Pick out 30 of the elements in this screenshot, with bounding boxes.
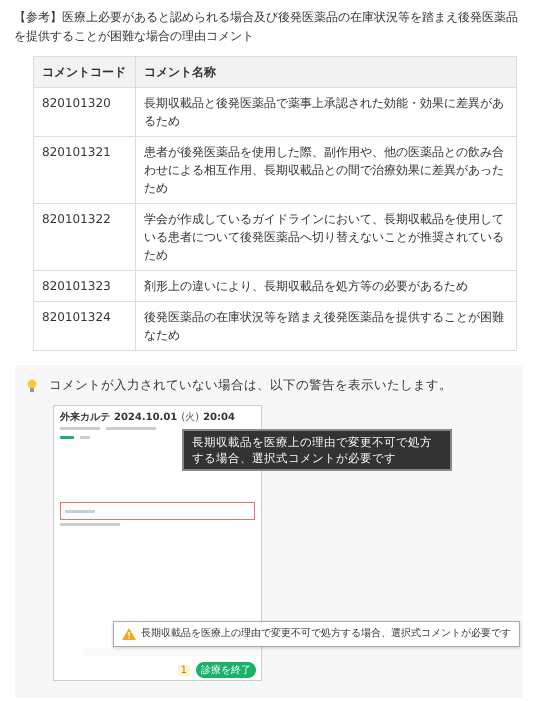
table-cell: 820101323 xyxy=(34,270,136,302)
lightbulb-icon xyxy=(27,378,37,392)
text-line xyxy=(60,523,120,526)
text-line xyxy=(65,510,95,512)
table-cell: 820101321 xyxy=(34,136,136,204)
warning-icon xyxy=(122,628,136,640)
text-line xyxy=(60,436,74,439)
table-cell: 長期収載品と後発医薬品で薬事上承認された効能・効果に差異があるため xyxy=(136,88,516,136)
visit-time: 20:04 xyxy=(203,412,235,423)
table-cell: 820101324 xyxy=(34,302,136,350)
text-line xyxy=(106,427,156,430)
warning-count: 1 xyxy=(178,664,190,676)
table-cell: 患者が後発医薬品を使用した際、副作用や、他の医薬品との飲み合わせによる相互作用、長期収載品との間で治療効果に差異があったため xyxy=(136,136,516,204)
text-line xyxy=(60,427,100,430)
weekday-text: (火) xyxy=(181,410,200,424)
visit-date: 2024.10.01 xyxy=(114,412,178,423)
table-cell: 剤形上の違いにより、長期収載品を処方等の必要があるため xyxy=(136,270,516,302)
table-cell: 820101320 xyxy=(34,88,136,136)
column-header: コメントコード xyxy=(34,56,136,88)
intro-text: 【参考】医療上必要があると認められる場合及び後発医薬品の在庫状況等を踏まえ後発医薬品を提供することが困難な場合の理由コメント xyxy=(14,9,519,45)
table-cell: 学会が作成しているガイドラインにおいて、長期収載品を使用している患者について後発医薬品へ切り替えないことが推奨されているため xyxy=(136,204,516,270)
tip-text: コメントが入力されていない場合は、以下の警告を表示いたします。 xyxy=(49,377,452,394)
column-header: コメント名称 xyxy=(136,56,516,88)
chart-title: 外来カルテ xyxy=(60,410,110,424)
tooltip-callout: 長期収載品を医療上の理由で変更不可で処方する場合、選択式コメントが必要です xyxy=(182,429,452,471)
finish-button[interactable]: 診療を終了 xyxy=(196,662,256,678)
table-cell: 820101322 xyxy=(34,204,136,270)
warning-text: 長期収載品を医療上の理由で変更不可で処方する場合、選択式コメントが必要です xyxy=(141,626,511,641)
table-cell: 後発医薬品の在庫状況等を踏まえ後発医薬品を提供することが困難なため xyxy=(136,302,516,350)
text-line xyxy=(80,436,90,439)
